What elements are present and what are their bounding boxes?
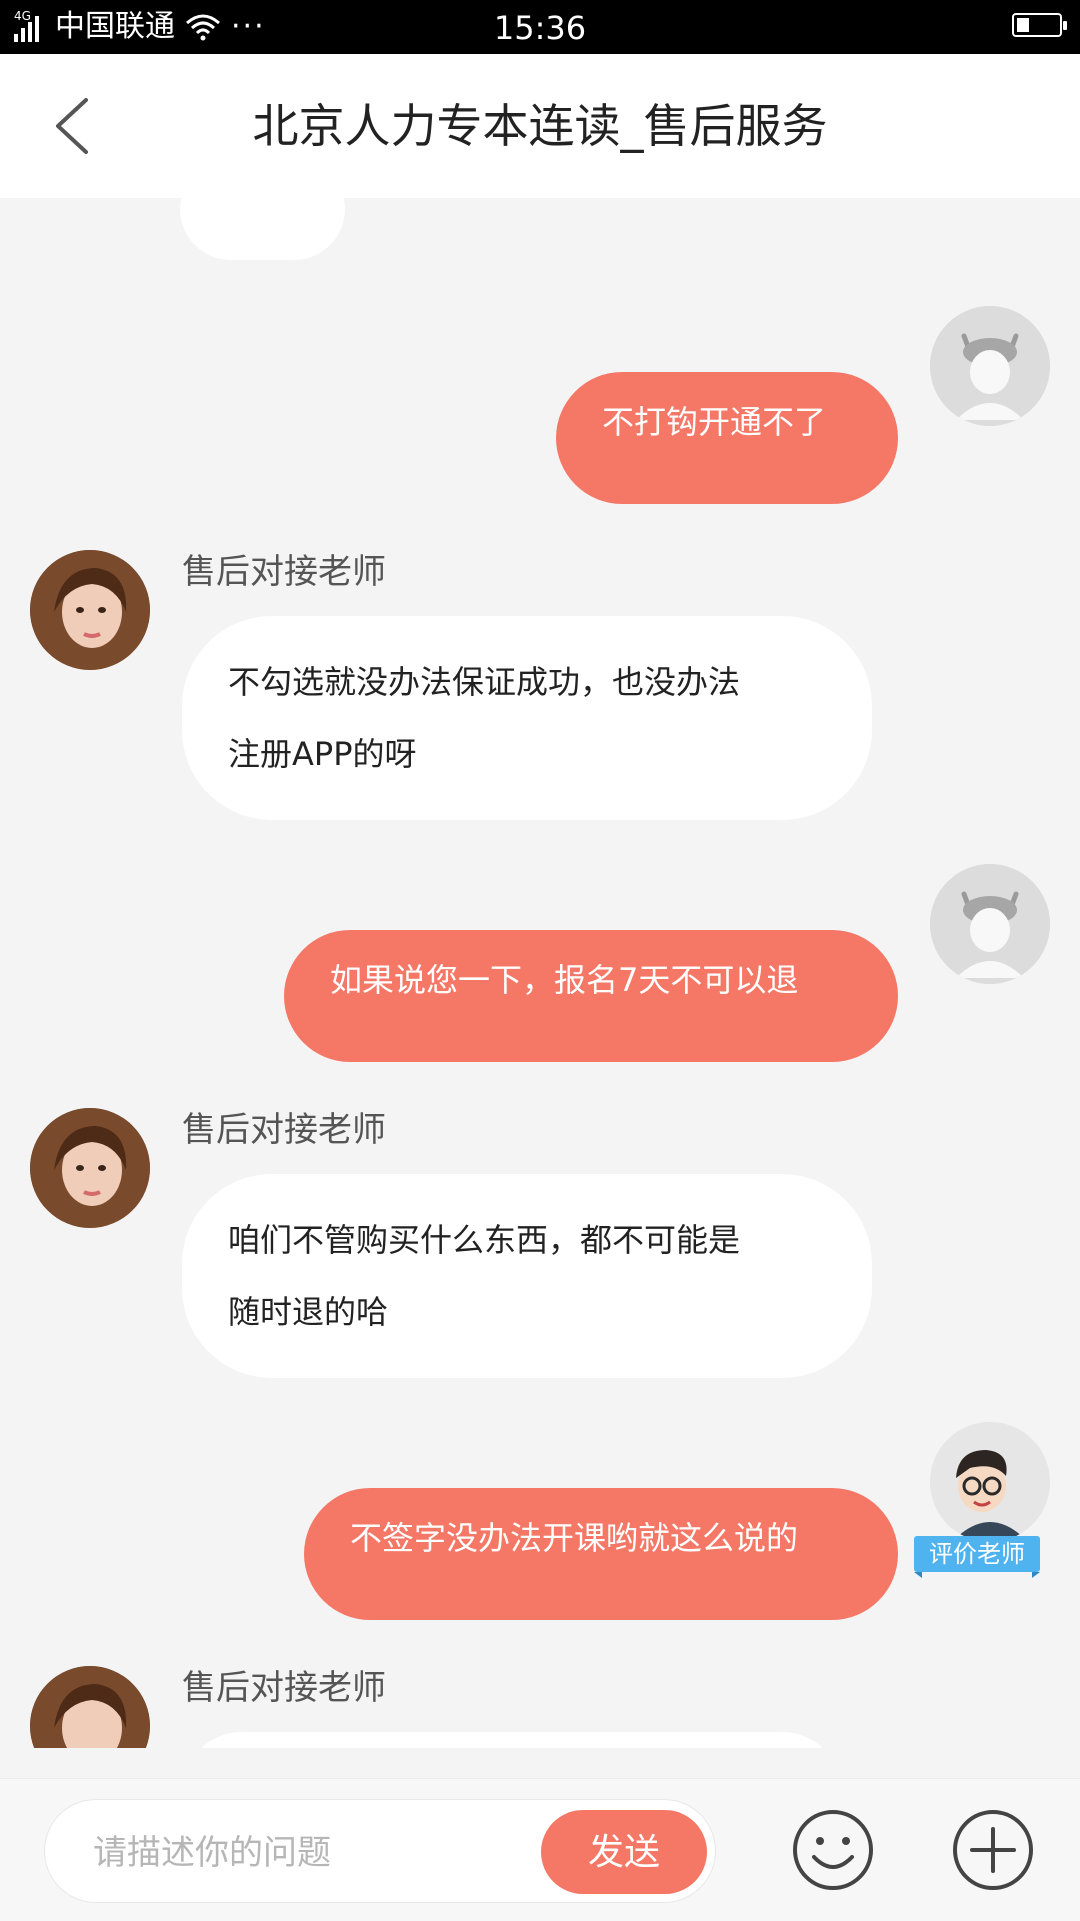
agent-photo-icon: [30, 1666, 150, 1748]
agent-photo-icon: [30, 550, 150, 670]
message-text: 不签字没办法开课哟就这么说的: [350, 1519, 799, 1557]
message-line: 随时退的哈: [228, 1293, 389, 1331]
agent-message-bubble[interactable]: [182, 1732, 842, 1748]
user-avatar[interactable]: [930, 306, 1050, 426]
agent-avatar[interactable]: [30, 1666, 150, 1748]
chevron-left-icon: [56, 98, 88, 154]
message-line: 咱们不管购买什么东西，都不可能是: [228, 1221, 741, 1259]
user-message-bubble[interactable]: 如果说您一下，报名7天不可以退: [284, 930, 898, 1062]
user-avatar[interactable]: [930, 864, 1050, 984]
status-time: 15:36: [493, 9, 587, 47]
emoji-button[interactable]: [790, 1807, 876, 1893]
agent-photo-icon: [30, 1108, 150, 1228]
agent-message-bubble[interactable]: 不勾选就没办法保证成功，也没办法 注册APP的呀: [182, 616, 872, 820]
partial-message-bubble: [180, 198, 345, 260]
agent-avatar[interactable]: [30, 550, 150, 670]
user-message-bubble[interactable]: 不签字没办法开课哟就这么说的: [304, 1488, 898, 1620]
message-input[interactable]: [91, 1824, 465, 1882]
message-text: 如果说您一下，报名7天不可以退: [330, 961, 799, 999]
message-line: 注册APP的呀: [228, 735, 417, 773]
page-title: 北京人力专本连读_售后服务: [252, 99, 828, 153]
agent-message-bubble[interactable]: 咱们不管购买什么东西，都不可能是 随时退的哈: [182, 1174, 872, 1378]
chat-area[interactable]: 不打钩开通不了 售后对接老师 不勾选就没办法保证成功，也没办法 注册APP的呀 …: [0, 198, 1080, 1748]
smiley-icon: [793, 1810, 873, 1890]
default-user-icon: [930, 306, 1050, 426]
default-user-icon: [930, 864, 1050, 984]
status-bar: 4G 中国联通 ··· 15:36: [0, 0, 1080, 54]
input-bar: 发送: [0, 1778, 1080, 1921]
sender-name: 售后对接老师: [182, 1110, 386, 1150]
sender-name: 售后对接老师: [182, 1668, 386, 1708]
sender-name: 售后对接老师: [182, 552, 386, 592]
message-line: 不勾选就没办法保证成功，也没办法: [228, 663, 741, 701]
input-container: 发送: [44, 1799, 716, 1903]
message-text: 不打钩开通不了: [602, 403, 827, 441]
battery-icon: [1012, 13, 1067, 37]
plus-button[interactable]: [950, 1807, 1036, 1893]
back-button[interactable]: [40, 90, 110, 162]
user-message-bubble[interactable]: 不打钩开通不了: [556, 372, 898, 504]
send-button[interactable]: 发送: [541, 1810, 707, 1894]
teacher-avatar[interactable]: [930, 1422, 1050, 1542]
teacher-cartoon-icon: [930, 1422, 1050, 1542]
plus-circle-icon: [953, 1810, 1033, 1890]
header: 北京人力专本连读_售后服务: [0, 54, 1080, 198]
rate-teacher-badge[interactable]: 评价老师: [914, 1536, 1040, 1578]
agent-avatar[interactable]: [30, 1108, 150, 1228]
